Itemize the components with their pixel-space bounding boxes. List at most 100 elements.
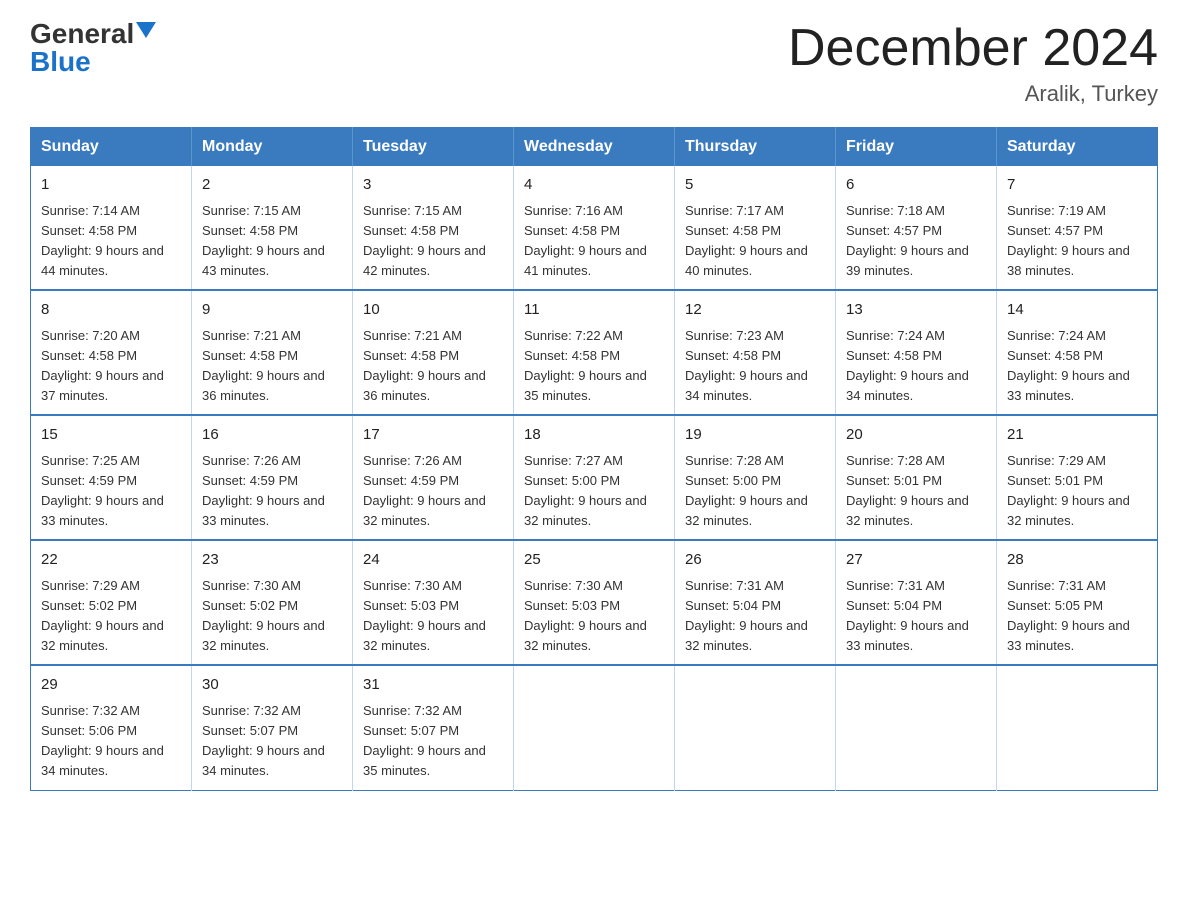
table-row: 27 Sunrise: 7:31 AMSunset: 5:04 PMDayligh… xyxy=(836,540,997,665)
header-monday: Monday xyxy=(192,128,353,167)
day-number: 26 xyxy=(685,549,825,572)
day-info: Sunrise: 7:24 AMSunset: 4:58 PMDaylight:… xyxy=(846,326,986,407)
calendar-week-row: 22Sunrise: 7:29 AMSunset: 5:02 PMDayligh… xyxy=(31,540,1158,665)
day-info: Sunrise: 7:20 AMSunset: 4:58 PMDaylight:… xyxy=(41,326,181,407)
table-row: 2 Sunrise: 7:15 AMSunset: 4:58 PMDaylight… xyxy=(192,166,353,290)
day-number: 12 xyxy=(685,299,825,322)
table-row: 31Sunrise: 7:32 AMSunset: 5:07 PMDayligh… xyxy=(353,665,514,790)
table-row: 17 Sunrise: 7:26 AMSunset: 4:59 PMDayligh… xyxy=(353,415,514,540)
day-info: Sunrise: 7:31 AMSunset: 5:04 PMDaylight:… xyxy=(685,576,825,657)
day-number: 17 xyxy=(363,424,503,447)
day-number: 29 xyxy=(41,674,181,697)
day-number: 7 xyxy=(1007,174,1147,197)
table-row: 3 Sunrise: 7:15 AMSunset: 4:58 PMDaylight… xyxy=(353,166,514,290)
day-number: 16 xyxy=(202,424,342,447)
header-saturday: Saturday xyxy=(997,128,1158,167)
day-info: Sunrise: 7:18 AMSunset: 4:57 PMDaylight:… xyxy=(846,201,986,282)
day-number: 8 xyxy=(41,299,181,322)
day-info: Sunrise: 7:22 AMSunset: 4:58 PMDaylight:… xyxy=(524,326,664,407)
table-row xyxy=(997,665,1158,790)
day-info: Sunrise: 7:29 AMSunset: 5:02 PMDaylight:… xyxy=(41,576,181,657)
table-row: 28 Sunrise: 7:31 AMSunset: 5:05 PMDayligh… xyxy=(997,540,1158,665)
day-number: 21 xyxy=(1007,424,1147,447)
day-info: Sunrise: 7:21 AMSunset: 4:58 PMDaylight:… xyxy=(363,326,503,407)
day-info: Sunrise: 7:26 AMSunset: 4:59 PMDaylight:… xyxy=(202,451,342,532)
calendar-week-row: 8 Sunrise: 7:20 AMSunset: 4:58 PMDaylight… xyxy=(31,290,1158,415)
header-tuesday: Tuesday xyxy=(353,128,514,167)
calendar-subtitle: Aralik, Turkey xyxy=(788,81,1158,107)
table-row: 14 Sunrise: 7:24 AMSunset: 4:58 PMDayligh… xyxy=(997,290,1158,415)
logo: General Blue xyxy=(30,20,156,76)
day-info: Sunrise: 7:19 AMSunset: 4:57 PMDaylight:… xyxy=(1007,201,1147,282)
table-row: 12 Sunrise: 7:23 AMSunset: 4:58 PMDayligh… xyxy=(675,290,836,415)
day-info: Sunrise: 7:27 AMSunset: 5:00 PMDaylight:… xyxy=(524,451,664,532)
day-number: 24 xyxy=(363,549,503,572)
day-number: 23 xyxy=(202,549,342,572)
day-number: 27 xyxy=(846,549,986,572)
logo-blue-text: Blue xyxy=(30,48,91,76)
header-sunday: Sunday xyxy=(31,128,192,167)
day-info: Sunrise: 7:26 AMSunset: 4:59 PMDaylight:… xyxy=(363,451,503,532)
day-info: Sunrise: 7:15 AMSunset: 4:58 PMDaylight:… xyxy=(363,201,503,282)
day-number: 5 xyxy=(685,174,825,197)
day-info: Sunrise: 7:23 AMSunset: 4:58 PMDaylight:… xyxy=(685,326,825,407)
title-block: December 2024 Aralik, Turkey xyxy=(788,20,1158,107)
table-row: 6 Sunrise: 7:18 AMSunset: 4:57 PMDaylight… xyxy=(836,166,997,290)
day-number: 14 xyxy=(1007,299,1147,322)
day-number: 19 xyxy=(685,424,825,447)
day-info: Sunrise: 7:32 AMSunset: 5:07 PMDaylight:… xyxy=(363,701,503,782)
day-number: 3 xyxy=(363,174,503,197)
header-wednesday: Wednesday xyxy=(514,128,675,167)
table-row: 21 Sunrise: 7:29 AMSunset: 5:01 PMDayligh… xyxy=(997,415,1158,540)
day-info: Sunrise: 7:14 AMSunset: 4:58 PMDaylight:… xyxy=(41,201,181,282)
table-row: 7 Sunrise: 7:19 AMSunset: 4:57 PMDaylight… xyxy=(997,166,1158,290)
day-number: 15 xyxy=(41,424,181,447)
day-info: Sunrise: 7:17 AMSunset: 4:58 PMDaylight:… xyxy=(685,201,825,282)
table-row: 18 Sunrise: 7:27 AMSunset: 5:00 PMDayligh… xyxy=(514,415,675,540)
day-info: Sunrise: 7:21 AMSunset: 4:58 PMDaylight:… xyxy=(202,326,342,407)
day-info: Sunrise: 7:31 AMSunset: 5:04 PMDaylight:… xyxy=(846,576,986,657)
table-row: 24Sunrise: 7:30 AMSunset: 5:03 PMDayligh… xyxy=(353,540,514,665)
day-info: Sunrise: 7:29 AMSunset: 5:01 PMDaylight:… xyxy=(1007,451,1147,532)
table-row: 5 Sunrise: 7:17 AMSunset: 4:58 PMDaylight… xyxy=(675,166,836,290)
day-info: Sunrise: 7:32 AMSunset: 5:06 PMDaylight:… xyxy=(41,701,181,782)
day-number: 9 xyxy=(202,299,342,322)
day-info: Sunrise: 7:24 AMSunset: 4:58 PMDaylight:… xyxy=(1007,326,1147,407)
table-row xyxy=(514,665,675,790)
day-number: 25 xyxy=(524,549,664,572)
day-number: 2 xyxy=(202,174,342,197)
day-number: 10 xyxy=(363,299,503,322)
table-row: 30Sunrise: 7:32 AMSunset: 5:07 PMDayligh… xyxy=(192,665,353,790)
calendar-week-row: 29 Sunrise: 7:32 AMSunset: 5:06 PMDayligh… xyxy=(31,665,1158,790)
day-number: 4 xyxy=(524,174,664,197)
day-info: Sunrise: 7:28 AMSunset: 5:00 PMDaylight:… xyxy=(685,451,825,532)
table-row xyxy=(836,665,997,790)
table-row: 15 Sunrise: 7:25 AMSunset: 4:59 PMDayligh… xyxy=(31,415,192,540)
day-info: Sunrise: 7:31 AMSunset: 5:05 PMDaylight:… xyxy=(1007,576,1147,657)
day-number: 28 xyxy=(1007,549,1147,572)
table-row: 13 Sunrise: 7:24 AMSunset: 4:58 PMDayligh… xyxy=(836,290,997,415)
day-info: Sunrise: 7:25 AMSunset: 4:59 PMDaylight:… xyxy=(41,451,181,532)
logo-triangle-icon xyxy=(136,22,156,38)
day-info: Sunrise: 7:15 AMSunset: 4:58 PMDaylight:… xyxy=(202,201,342,282)
weekday-header-row: Sunday Monday Tuesday Wednesday Thursday… xyxy=(31,128,1158,167)
day-number: 20 xyxy=(846,424,986,447)
table-row: 16 Sunrise: 7:26 AMSunset: 4:59 PMDayligh… xyxy=(192,415,353,540)
day-info: Sunrise: 7:28 AMSunset: 5:01 PMDaylight:… xyxy=(846,451,986,532)
table-row: 19 Sunrise: 7:28 AMSunset: 5:00 PMDayligh… xyxy=(675,415,836,540)
calendar-table: Sunday Monday Tuesday Wednesday Thursday… xyxy=(30,127,1158,790)
table-row xyxy=(675,665,836,790)
table-row: 25 Sunrise: 7:30 AMSunset: 5:03 PMDayligh… xyxy=(514,540,675,665)
day-number: 13 xyxy=(846,299,986,322)
day-info: Sunrise: 7:30 AMSunset: 5:02 PMDaylight:… xyxy=(202,576,342,657)
table-row: 1Sunrise: 7:14 AMSunset: 4:58 PMDaylight… xyxy=(31,166,192,290)
header-friday: Friday xyxy=(836,128,997,167)
day-number: 6 xyxy=(846,174,986,197)
calendar-title: December 2024 xyxy=(788,20,1158,77)
table-row: 4Sunrise: 7:16 AMSunset: 4:58 PMDaylight… xyxy=(514,166,675,290)
table-row: 26 Sunrise: 7:31 AMSunset: 5:04 PMDayligh… xyxy=(675,540,836,665)
table-row: 20 Sunrise: 7:28 AMSunset: 5:01 PMDayligh… xyxy=(836,415,997,540)
day-number: 18 xyxy=(524,424,664,447)
day-info: Sunrise: 7:30 AMSunset: 5:03 PMDaylight:… xyxy=(524,576,664,657)
page-header: General Blue December 2024 Aralik, Turke… xyxy=(30,20,1158,107)
